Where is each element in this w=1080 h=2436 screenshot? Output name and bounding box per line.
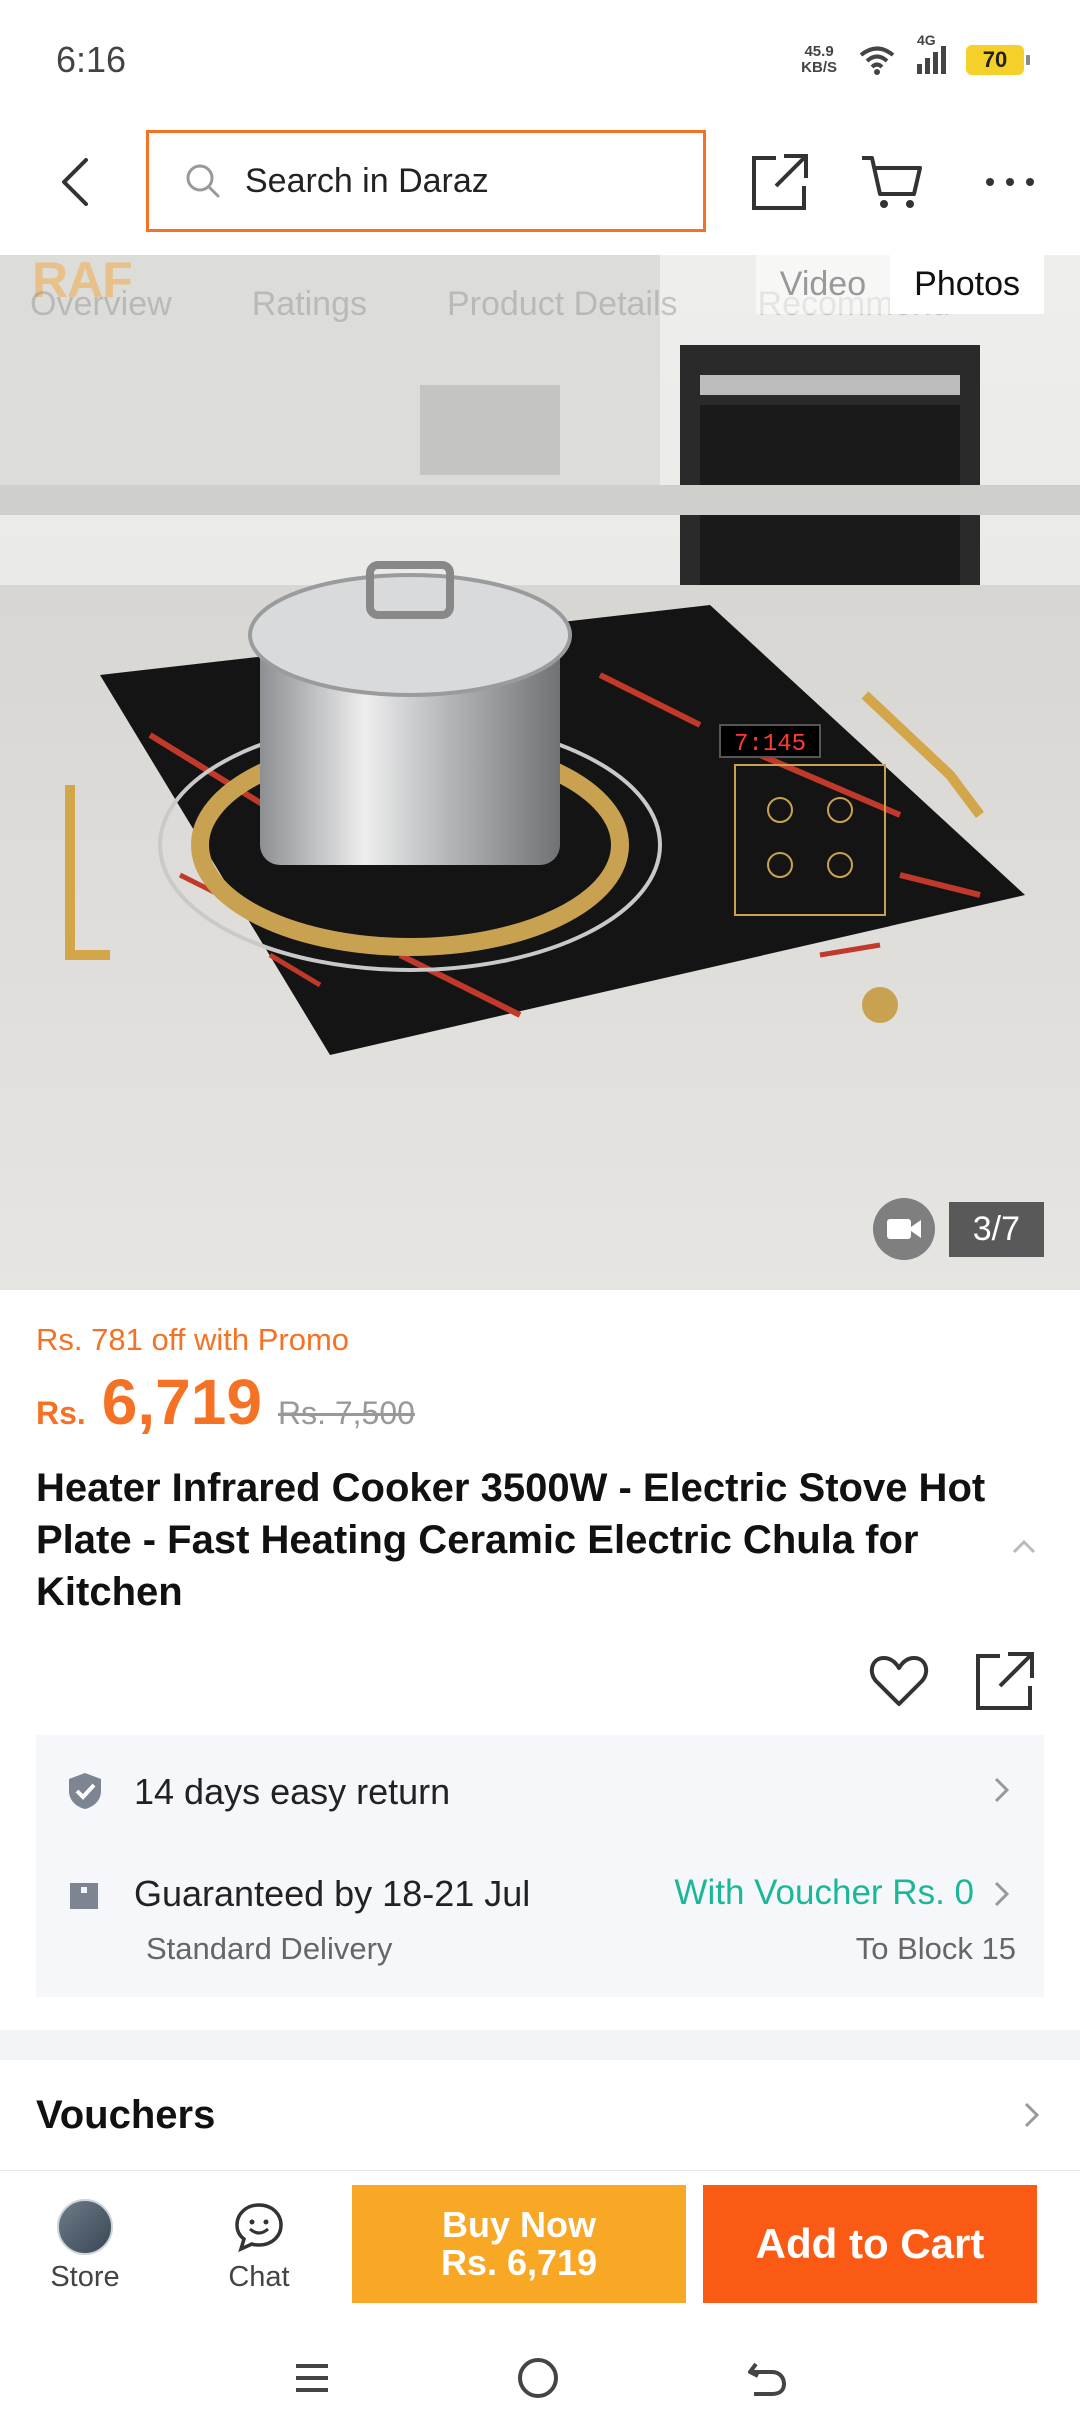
cell-signal-icon: 4G [917, 32, 946, 74]
tab-photos[interactable]: Photos [890, 255, 1044, 314]
image-page-indicator: 3/7 [948, 1201, 1044, 1257]
product-gallery[interactable]: 7:145 RAF Overview Ratings Product Detai… [0, 255, 1080, 1290]
back-arrow-icon[interactable] [50, 152, 100, 212]
chevron-right-icon [994, 1777, 1010, 1803]
back-nav-icon[interactable] [742, 2354, 790, 2402]
media-tabs: Video Photos [755, 255, 1044, 314]
chevron-right-icon [994, 1881, 1010, 1907]
ghost-tab-overview: Overview [30, 285, 172, 323]
store-avatar [57, 2199, 113, 2255]
section-divider [0, 2030, 1080, 2060]
status-indicators: 45.9 KB/S 4G 70 [801, 32, 1030, 76]
return-policy-text: 14 days easy return [134, 1771, 451, 1812]
current-price: 6,719 [101, 1366, 262, 1438]
ghost-tab-ratings: Ratings [251, 285, 367, 323]
share-icon[interactable] [748, 150, 812, 214]
return-policy-row[interactable]: 14 days easy return [36, 1735, 1044, 1845]
chevron-right-icon [1024, 2102, 1040, 2128]
ghost-tab-product-details: Product Details [446, 285, 678, 323]
svg-text:7:145: 7:145 [734, 731, 806, 758]
search-icon [186, 164, 220, 198]
home-icon[interactable] [514, 2354, 562, 2402]
vouchers-label: Vouchers [36, 2092, 216, 2137]
bottom-action-bar: Store Chat Buy Now Rs. 6,719 Add to Cart [0, 2170, 1080, 2320]
vouchers-row[interactable]: Vouchers [0, 2060, 1080, 2170]
video-camera-icon [886, 1219, 921, 1239]
battery-indicator: 70 [966, 45, 1030, 75]
play-video-button[interactable] [872, 1198, 935, 1260]
delivery-date-text: Guaranteed by 18-21 Jul [134, 1873, 531, 1914]
wifi-icon [859, 46, 895, 75]
search-placeholder: Search in Daraz [245, 161, 489, 200]
status-bar: 6:16 45.9 KB/S 4G 70 [0, 0, 1080, 120]
chat-icon [235, 2203, 283, 2253]
tab-video[interactable]: Video [755, 255, 891, 314]
shield-check-icon [69, 1773, 101, 1809]
delivery-location-text: To Block 15 [855, 1931, 1016, 1966]
buy-now-price: Rs. 6,719 [440, 2242, 598, 2283]
price-currency: Rs. [36, 1395, 86, 1431]
chat-button[interactable]: Chat [199, 2199, 319, 2294]
price-row: Rs. 6,719 Rs. 7,500 [36, 1365, 415, 1439]
status-time: 6:16 [56, 39, 127, 80]
system-nav-bar [0, 2320, 1080, 2436]
store-button[interactable]: Store [25, 2199, 145, 2294]
heart-icon[interactable] [868, 1650, 930, 1712]
delivery-type-text: Standard Delivery [146, 1931, 393, 1966]
promo-text[interactable]: Rs. 781 off with Promo [36, 1322, 349, 1358]
chevron-up-icon[interactable] [1008, 1532, 1040, 1564]
delivery-row[interactable]: Guaranteed by 18-21 Jul With Voucher Rs.… [36, 1845, 1044, 1997]
buy-now-label: Buy Now [441, 2204, 596, 2245]
delivery-info-card: 14 days easy return Guaranteed by 18-21 … [36, 1735, 1044, 1997]
product-image: 7:145 [0, 255, 1080, 1290]
net-speed: 45.9 KB/S [801, 43, 837, 76]
add-to-cart-button[interactable]: Add to Cart [703, 2185, 1037, 2303]
recent-apps-icon[interactable] [290, 2356, 334, 2400]
original-price: Rs. 7,500 [277, 1395, 415, 1431]
share-product-icon[interactable] [974, 1650, 1036, 1712]
store-label: Store [50, 2261, 120, 2293]
more-options-icon[interactable] [978, 150, 1042, 214]
voucher-link[interactable]: With Voucher Rs. 0 [674, 1873, 974, 1913]
gallery-counter: 3/7 [872, 1198, 1044, 1260]
add-to-cart-label: Add to Cart [755, 2220, 985, 2267]
search-input[interactable]: Search in Daraz [146, 130, 706, 232]
cart-icon[interactable] [860, 150, 924, 214]
chat-label: Chat [228, 2261, 290, 2293]
buy-now-button[interactable]: Buy Now Rs. 6,719 [352, 2185, 686, 2303]
product-title: Heater Infrared Cooker 3500W - Electric … [36, 1466, 986, 1614]
top-nav: Search in Daraz [0, 120, 1080, 255]
package-icon [70, 1881, 98, 1909]
